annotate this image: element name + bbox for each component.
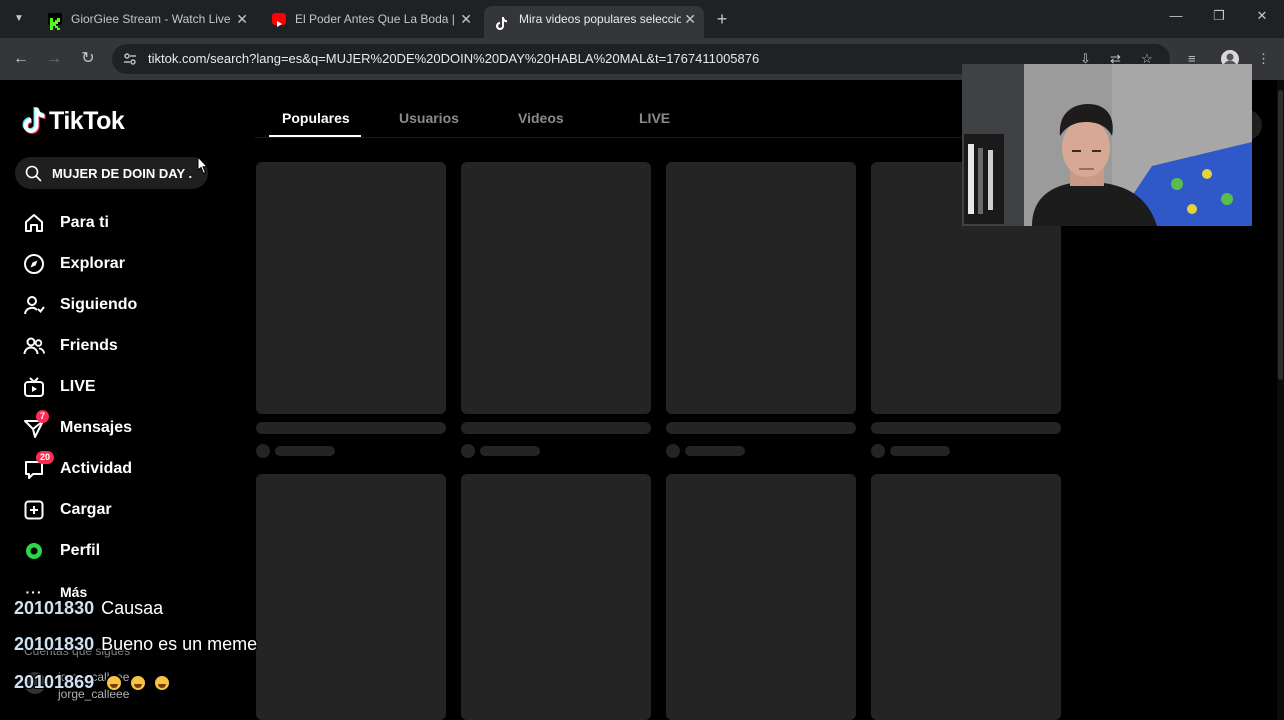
webcam-overlay bbox=[962, 64, 1252, 226]
tab-title: Mira videos populares seleccio bbox=[519, 12, 681, 26]
sidebar-item-siguiendo[interactable]: Siguiendo bbox=[22, 290, 222, 320]
url-text: tiktok.com/search?lang=es&q=MUJER%20DE%2… bbox=[148, 51, 760, 66]
sidebar-item-cargar[interactable]: Cargar bbox=[22, 495, 222, 525]
upload-icon bbox=[22, 498, 46, 522]
activity-badge: 20 bbox=[36, 451, 55, 464]
caption-skeleton bbox=[871, 422, 1061, 434]
rofl-emoji-icon bbox=[129, 674, 148, 693]
sidebar-item-label: LIVE bbox=[60, 378, 96, 395]
caption-skeleton bbox=[256, 422, 446, 434]
sidebar-item-label: Cargar bbox=[60, 501, 112, 518]
avatar-skeleton bbox=[256, 444, 270, 458]
sidebar-item-label: Friends bbox=[60, 337, 118, 354]
tab-videos[interactable]: Videos bbox=[518, 110, 564, 126]
video-card-skeleton[interactable] bbox=[256, 162, 446, 414]
search-tabs: Populares Usuarios Videos LIVE bbox=[255, 106, 1055, 138]
reload-icon[interactable]: ↻ bbox=[77, 48, 99, 70]
sidebar-item-live[interactable]: LIVE bbox=[22, 372, 222, 402]
username-skeleton bbox=[275, 446, 335, 456]
chat-text: Bueno es un meme bbox=[101, 634, 258, 654]
tiktok-wordmark: TikTok bbox=[49, 106, 125, 135]
youtube-favicon-icon bbox=[272, 13, 286, 27]
username-skeleton bbox=[890, 446, 950, 456]
tab-title: El Poder Antes Que La Boda | R bbox=[295, 12, 457, 26]
minimize-icon[interactable]: — bbox=[1166, 8, 1186, 23]
chat-username: 20101830 bbox=[14, 598, 95, 618]
compass-icon bbox=[22, 252, 46, 276]
chat-message: 20101830 Causaa bbox=[14, 598, 163, 619]
video-card-skeleton[interactable] bbox=[256, 474, 446, 720]
sidebar-item-mensajes[interactable]: 7 Mensajes bbox=[22, 410, 222, 443]
messages-badge: 7 bbox=[36, 410, 50, 423]
sidebar-item-label: Explorar bbox=[60, 255, 125, 272]
tab-usuarios[interactable]: Usuarios bbox=[399, 110, 459, 126]
tab-close-icon[interactable]: ✕ bbox=[460, 6, 472, 32]
site-settings-icon[interactable] bbox=[122, 51, 138, 67]
chat-text: Causaa bbox=[101, 598, 164, 618]
rofl-emoji-icon bbox=[105, 674, 124, 693]
browser-menu-icon[interactable]: ⋮ bbox=[1257, 51, 1270, 67]
home-icon bbox=[22, 211, 46, 235]
new-tab-button[interactable]: + bbox=[712, 6, 732, 32]
tab-close-icon[interactable]: ✕ bbox=[236, 6, 248, 32]
back-arrow-icon[interactable]: ← bbox=[10, 48, 32, 70]
sidebar-item-actividad[interactable]: 20 Actividad bbox=[22, 451, 222, 484]
following-icon bbox=[22, 293, 46, 317]
live-tv-icon bbox=[22, 375, 46, 399]
username-skeleton bbox=[480, 446, 540, 456]
chat-message: 20101830 Bueno es un meme bbox=[14, 634, 257, 655]
window-close-icon[interactable]: ✕ bbox=[1252, 8, 1272, 24]
browser-tab-tiktok[interactable]: Mira videos populares seleccio ✕ bbox=[484, 6, 704, 38]
chat-message: 20101869 bbox=[14, 672, 172, 693]
avatar-skeleton bbox=[871, 444, 885, 458]
chat-username: 20101869 bbox=[14, 672, 95, 692]
friends-icon bbox=[22, 334, 46, 358]
kick-favicon-icon bbox=[48, 13, 62, 30]
chat-username: 20101830 bbox=[14, 634, 95, 654]
messages-icon: 7 bbox=[22, 410, 50, 440]
search-input[interactable]: MUJER DE DOIN DAY ... bbox=[15, 157, 208, 189]
search-query: MUJER DE DOIN DAY ... bbox=[52, 166, 192, 181]
tiktok-note-icon bbox=[22, 107, 46, 135]
tab-populares[interactable]: Populares bbox=[282, 110, 350, 126]
avatar-skeleton bbox=[666, 444, 680, 458]
scrollbar-thumb[interactable] bbox=[1278, 90, 1283, 380]
sidebar-item-label: Actividad bbox=[60, 460, 133, 477]
sidebar-item-para-ti[interactable]: Para ti bbox=[22, 208, 222, 238]
browser-tab-kick[interactable]: GiorGiee Stream - Watch Live o ✕ bbox=[36, 6, 256, 38]
caption-skeleton bbox=[666, 422, 856, 434]
browser-tab-youtube[interactable]: El Poder Antes Que La Boda | R ✕ bbox=[260, 6, 480, 38]
video-card-skeleton[interactable] bbox=[461, 474, 651, 720]
sidebar-item-label: Para ti bbox=[60, 214, 109, 231]
mouse-cursor-icon bbox=[195, 155, 209, 183]
sidebar-item-label: Perfil bbox=[60, 542, 101, 559]
browser-tab-bar: ▼ GiorGiee Stream - Watch Live o ✕ El Po… bbox=[0, 0, 1284, 38]
avatar-skeleton bbox=[461, 444, 475, 458]
activity-icon: 20 bbox=[22, 451, 55, 481]
tab-close-icon[interactable]: ✕ bbox=[684, 6, 696, 32]
video-card-skeleton[interactable] bbox=[461, 162, 651, 414]
restore-icon[interactable]: ❐ bbox=[1209, 8, 1229, 24]
search-icon[interactable] bbox=[25, 165, 42, 187]
video-card-skeleton[interactable] bbox=[666, 162, 856, 414]
forward-arrow-icon[interactable]: → bbox=[43, 48, 65, 70]
video-card-skeleton[interactable] bbox=[871, 474, 1061, 720]
video-card-skeleton[interactable] bbox=[666, 474, 856, 720]
tab-search-chevron-icon[interactable]: ▼ bbox=[8, 8, 30, 30]
active-tab-indicator bbox=[269, 135, 361, 137]
sidebar-item-label: Mensajes bbox=[60, 419, 133, 436]
sidebar-item-friends[interactable]: Friends bbox=[22, 331, 222, 361]
caption-skeleton bbox=[461, 422, 651, 434]
sidebar-item-explorar[interactable]: Explorar bbox=[22, 249, 222, 279]
tiktok-logo[interactable]: TikTok bbox=[22, 106, 125, 136]
sidebar-item-perfil[interactable]: Perfil bbox=[22, 536, 222, 566]
tiktok-favicon-icon bbox=[496, 13, 510, 30]
tab-title: GiorGiee Stream - Watch Live o bbox=[71, 12, 233, 26]
sidebar-item-label: Siguiendo bbox=[60, 296, 138, 313]
username-skeleton bbox=[685, 446, 745, 456]
tab-live[interactable]: LIVE bbox=[639, 110, 670, 126]
profile-icon bbox=[22, 539, 46, 563]
rofl-emoji-icon bbox=[153, 674, 172, 693]
